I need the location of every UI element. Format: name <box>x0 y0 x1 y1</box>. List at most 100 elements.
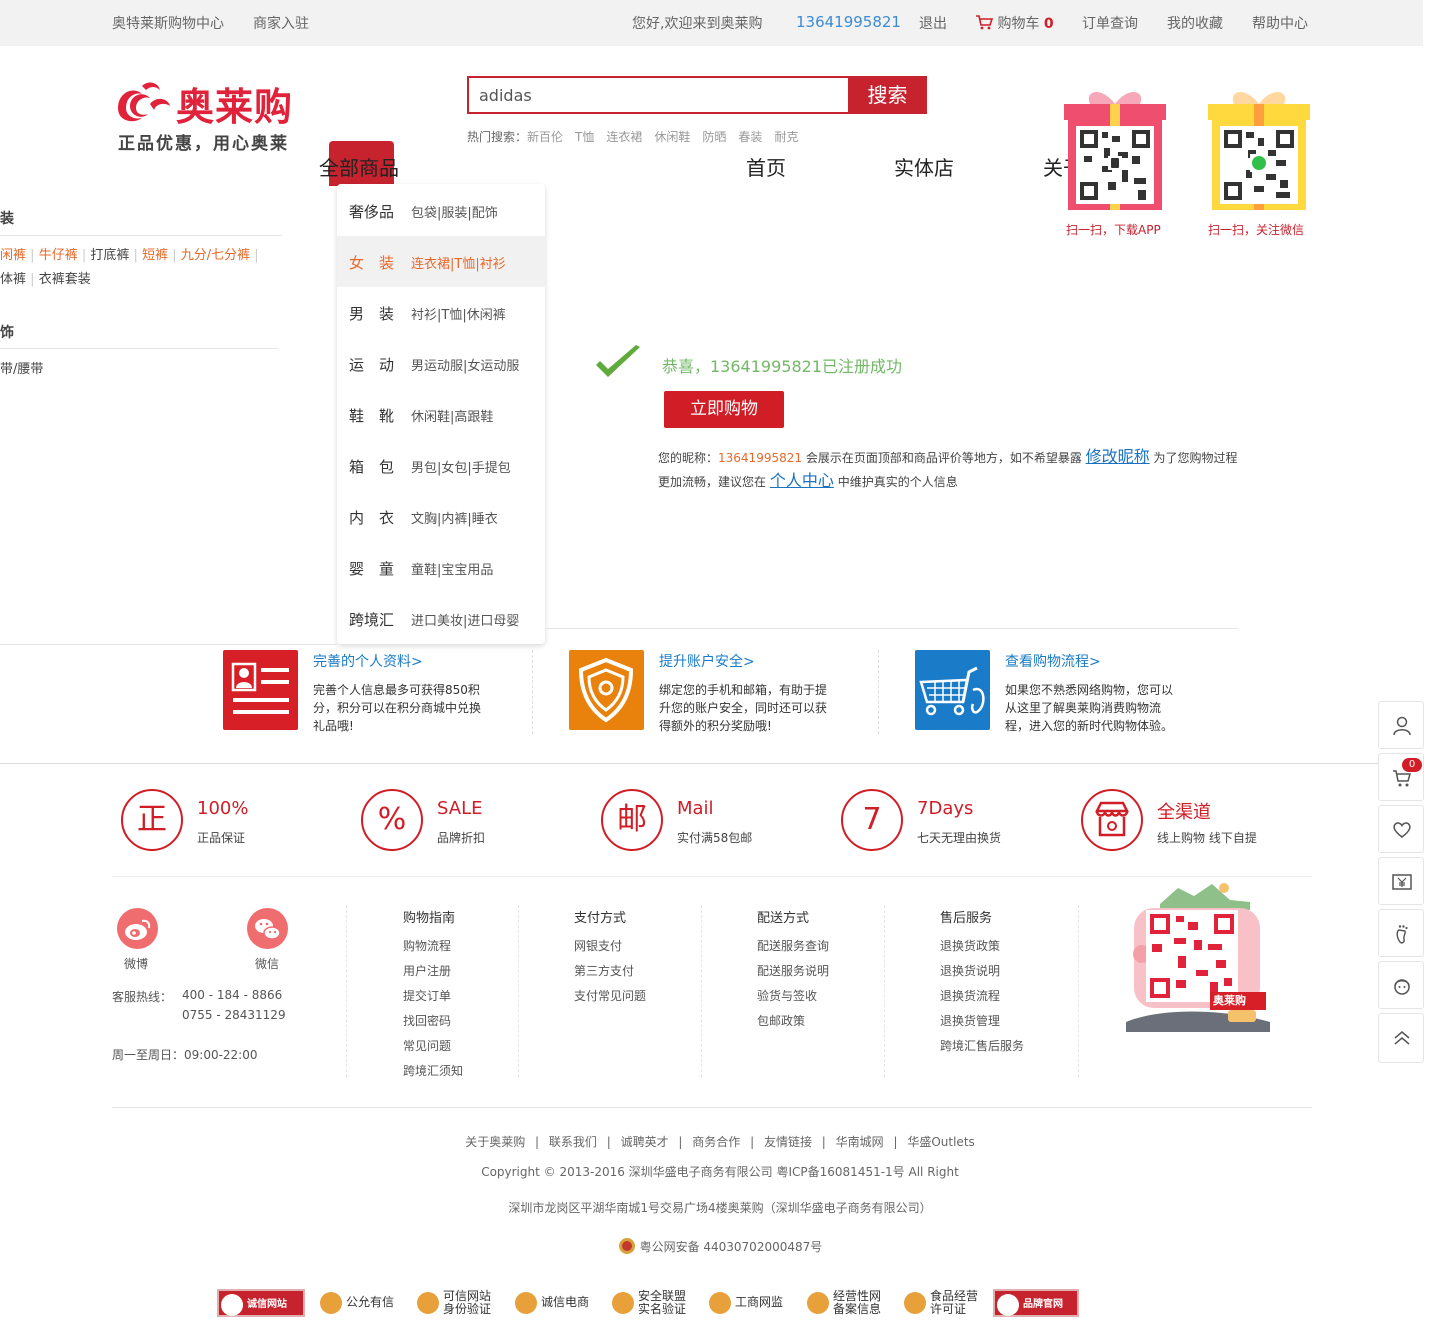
category-item[interactable]: 婴 童童鞋|宝宝用品 <box>337 542 545 593</box>
sidebar-user-button[interactable] <box>1378 701 1424 749</box>
hot-term[interactable]: 新百伦 <box>527 130 563 144</box>
footer-link[interactable]: 找回密码 <box>403 1012 451 1029</box>
category-subitems[interactable]: 包袋|服装|配饰 <box>411 202 498 221</box>
trust-badge[interactable]: 公允有信 <box>318 1289 400 1317</box>
hot-term[interactable]: T恤 <box>575 130 594 144</box>
footer-link[interactable]: 验货与签收 <box>757 987 817 1004</box>
sidebar-back-to-top-button[interactable] <box>1378 1013 1424 1063</box>
bottom-link[interactable]: 商务合作 <box>692 1135 740 1149</box>
footer-link[interactable]: 跨境汇售后服务 <box>940 1037 1024 1054</box>
trust-badge[interactable]: 诚信网站 <box>217 1289 305 1317</box>
footer-link[interactable]: 提交订单 <box>403 987 451 1004</box>
flyout-link[interactable]: 牛仔裤 <box>39 248 78 263</box>
footer-link[interactable]: 支付常见问题 <box>574 987 646 1004</box>
bottom-link[interactable]: 联系我们 <box>549 1135 597 1149</box>
sidebar-footprint-button[interactable] <box>1378 909 1424 957</box>
footer-link[interactable]: 跨境汇须知 <box>403 1062 463 1079</box>
footer-link[interactable]: 退换货政策 <box>940 937 1000 954</box>
category-item[interactable]: 运 动男运动服|女运动服 <box>337 338 545 389</box>
hot-term[interactable]: 春装 <box>738 130 762 144</box>
trust-badge[interactable]: 工商网监 <box>707 1289 791 1317</box>
help-center-link[interactable]: 帮助中心 <box>1252 13 1308 33</box>
category-item[interactable]: 男 装衬衫|T恤|休闲裤 <box>337 287 545 338</box>
category-subitems[interactable]: 男包|女包|手提包 <box>411 457 511 476</box>
sidebar-coupon-button[interactable] <box>1378 857 1424 905</box>
sidebar-favorites-button[interactable] <box>1378 805 1424 853</box>
category-subitems[interactable]: 进口美妆|进口母婴 <box>411 610 519 629</box>
footer-link[interactable]: 退换货管理 <box>940 1012 1000 1029</box>
hot-term[interactable]: 休闲鞋 <box>654 130 690 144</box>
search-button[interactable]: 搜索 <box>848 76 927 114</box>
category-subitems[interactable]: 连衣裙|T恤|衬衫 <box>411 253 506 272</box>
footer-link[interactable]: 退换货流程 <box>940 987 1000 1004</box>
tip-title-profile[interactable]: 完善的个人资料> <box>313 651 423 671</box>
logo-text[interactable]: 奥莱购 <box>176 76 293 131</box>
hot-term[interactable]: 耐克 <box>774 130 798 144</box>
trust-badge[interactable]: 诚信电商 <box>513 1289 597 1317</box>
category-item[interactable]: 内 衣文胸|内裤|睡衣 <box>337 491 545 542</box>
nav-stores[interactable]: 实体店 <box>894 152 954 181</box>
bottom-link[interactable]: 华盛Outlets <box>907 1135 974 1149</box>
trust-badge[interactable]: 安全联盟 实名验证 <box>610 1289 694 1317</box>
search-input[interactable]: adidas <box>467 76 848 114</box>
hot-term[interactable]: 防晒 <box>702 130 726 144</box>
flyout-link[interactable]: 九分/七分裤 <box>181 248 250 263</box>
footer-link[interactable]: 网银支付 <box>574 937 622 954</box>
flyout-link[interactable]: 短裤 <box>142 248 168 263</box>
sidebar-service-button[interactable] <box>1378 961 1424 1009</box>
order-query-link[interactable]: 订单查询 <box>1082 13 1138 33</box>
bottom-link[interactable]: 关于奥莱购 <box>465 1135 525 1149</box>
trust-badge[interactable]: 经营性网 备案信息 <box>805 1289 889 1317</box>
flyout-link[interactable]: 闲裤 <box>0 248 26 263</box>
profile-card-icon[interactable] <box>223 650 298 730</box>
flyout-link[interactable]: 打底裤 <box>90 248 129 263</box>
start-shopping-button[interactable]: 立即购物 <box>664 391 784 428</box>
footer-link[interactable]: 退换货说明 <box>940 962 1000 979</box>
category-subitems[interactable]: 男运动服|女运动服 <box>411 355 519 374</box>
shopping-cart-icon[interactable] <box>915 650 990 730</box>
logout-link[interactable]: 退出 <box>919 13 947 33</box>
trust-badge[interactable]: 可信网站 身份验证 <box>415 1289 499 1317</box>
personal-center-link[interactable]: 个人中心 <box>770 471 834 490</box>
category-item[interactable]: 跨境汇 进口美妆|进口母婴 <box>337 593 545 644</box>
wechat-icon[interactable] <box>247 908 288 949</box>
flyout-link[interactable]: 衣裤套装 <box>39 272 91 287</box>
footer-link[interactable]: 常见问题 <box>403 1037 451 1054</box>
mall-center-link[interactable]: 奥特莱斯购物中心 <box>112 13 224 33</box>
category-subitems[interactable]: 文胸|内裤|睡衣 <box>411 508 498 527</box>
weibo-icon[interactable] <box>117 908 158 949</box>
category-subitems[interactable]: 休闲鞋|高跟鞋 <box>411 406 493 425</box>
category-item[interactable]: 箱 包男包|女包|手提包 <box>337 440 545 491</box>
police-record[interactable]: 粤公网安备 44030702000487号 <box>0 1237 1440 1255</box>
tip-title-process[interactable]: 查看购物流程> <box>1005 651 1101 671</box>
footer-link[interactable]: 用户注册 <box>403 962 451 979</box>
flyout-link[interactable]: 体裤 <box>0 272 26 287</box>
category-subitems[interactable]: 童鞋|宝宝用品 <box>411 559 493 578</box>
logo-icon[interactable] <box>112 78 174 126</box>
nav-all-goods[interactable]: 全部商品 <box>319 152 399 181</box>
merchant-join-link[interactable]: 商家入驻 <box>253 13 309 33</box>
user-phone-link[interactable]: 13641995821 <box>796 13 901 31</box>
shield-icon[interactable] <box>569 650 644 730</box>
flyout-link[interactable]: 带/腰带 <box>0 358 43 377</box>
trust-badge[interactable]: 食品经营 许可证 <box>902 1289 986 1317</box>
category-item[interactable]: 鞋 靴休闲鞋|高跟鞋 <box>337 389 545 440</box>
trust-badge[interactable]: 品牌官网 <box>993 1289 1079 1317</box>
favorites-link[interactable]: 我的收藏 <box>1167 13 1223 33</box>
page-scrollbar[interactable] <box>1423 0 1440 1321</box>
edit-nickname-link[interactable]: 修改昵称 <box>1086 447 1150 466</box>
nav-home[interactable]: 首页 <box>746 152 786 181</box>
category-item[interactable]: 女 装连衣裙|T恤|衬衫 <box>337 236 545 287</box>
tip-title-security[interactable]: 提升账户安全> <box>659 651 755 671</box>
category-item[interactable]: 奢侈品 包袋|服装|配饰 <box>337 185 545 236</box>
footer-link[interactable]: 配送服务查询 <box>757 937 829 954</box>
footer-link[interactable]: 包邮政策 <box>757 1012 805 1029</box>
bottom-link[interactable]: 华南城网 <box>836 1135 884 1149</box>
footer-link[interactable]: 购物流程 <box>403 937 451 954</box>
footer-link[interactable]: 第三方支付 <box>574 962 634 979</box>
category-subitems[interactable]: 衬衫|T恤|休闲裤 <box>411 304 506 323</box>
footer-link[interactable]: 配送服务说明 <box>757 962 829 979</box>
cart-link[interactable]: 购物车 0 <box>975 13 1054 33</box>
bottom-link[interactable]: 诚聘英才 <box>621 1135 669 1149</box>
bottom-link[interactable]: 友情链接 <box>764 1135 812 1149</box>
